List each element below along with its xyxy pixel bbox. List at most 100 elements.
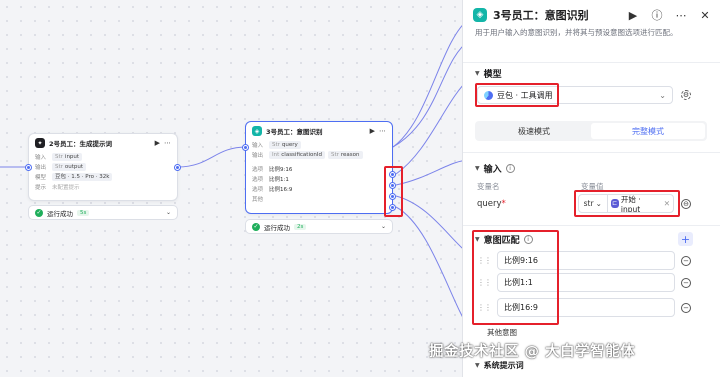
option-row: 其他 — [246, 194, 392, 204]
more-icon[interactable]: ⋯ — [164, 139, 171, 147]
prompt-placeholder: 未配置提示 — [52, 185, 80, 191]
run-node-icon[interactable]: ▶ — [155, 139, 160, 147]
tag-value: reason — [340, 152, 360, 158]
tag-prefix: Str — [330, 152, 339, 158]
option-row: 选项 比例16:9 — [246, 184, 392, 194]
option-value: 比例16:9 — [269, 187, 293, 193]
run-status-prev[interactable]: ✓ 运行成功 5s ⌄ — [28, 205, 178, 220]
remove-variable-icon[interactable]: ⊖ — [681, 199, 691, 209]
section-label: 输入 — [483, 165, 502, 175]
tag-prefix: Str — [55, 164, 63, 170]
node-title: 3号员工：意图识别 — [266, 128, 323, 136]
watermark: 掘金技术社区 @ 大白学智能体 — [429, 344, 636, 360]
add-intent-button[interactable]: + — [678, 232, 693, 246]
section-label: 系统提示词 — [483, 361, 524, 370]
highlight-intents — [472, 230, 559, 325]
node-row-prompt: 提示 未配置提示 — [29, 182, 177, 192]
run-node-icon[interactable]: ▶ — [370, 127, 375, 135]
option-value: 比例1:1 — [269, 177, 289, 183]
node-config-panel: ◈ 3号员工：意图识别 ▶ ⓘ ⋯ ✕ 用于用户输入的意图识别，并将其与预设意图… — [462, 0, 720, 377]
tag-value: query — [281, 142, 298, 148]
other-intent-label: 其他意图 — [487, 328, 517, 337]
node-title: 2号员工：生成提示词 — [49, 140, 113, 148]
remove-intent-icon[interactable]: − — [681, 278, 691, 288]
status-label: 运行成功 — [47, 209, 73, 218]
model-settings-icon[interactable]: ⚙ — [681, 90, 691, 100]
tag-value: classificationId — [281, 152, 322, 158]
chevron-down-icon[interactable]: ⌄ — [166, 209, 171, 216]
tag: Int classificationId — [269, 151, 325, 159]
more-icon[interactable]: ⋯ — [379, 127, 386, 135]
tag: Str output — [52, 163, 87, 171]
node-generate-prompt[interactable]: ✦ 2号员工：生成提示词 ▶ ⋯ 输入 Str input 输出 Str outpu… — [26, 133, 180, 201]
section-model[interactable]: ▼ 模型 — [475, 67, 502, 80]
chevron-down-icon[interactable]: ⌄ — [381, 223, 386, 230]
divider — [463, 62, 720, 63]
node-row-input: 输入 Str input — [29, 152, 177, 162]
highlight-output-ports — [384, 166, 403, 217]
run-icon[interactable]: ▶ — [624, 9, 642, 22]
row-key: 输出 — [252, 153, 264, 159]
status-time: 2s — [294, 223, 307, 230]
output-port[interactable] — [175, 165, 180, 170]
tag: Str query — [269, 141, 301, 149]
remove-intent-icon[interactable]: − — [681, 256, 691, 266]
tag-prefix: Int — [272, 152, 280, 158]
tag-prefix: Str — [55, 154, 63, 160]
status-label: 运行成功 — [264, 223, 290, 232]
option-row: 选项 比例1:1 — [246, 174, 392, 184]
more-icon[interactable]: ⋯ — [672, 9, 690, 22]
success-icon: ✓ — [252, 222, 260, 231]
node-row-output: 输出 Int classificationId Str reason — [246, 150, 392, 160]
tag: Str input — [52, 153, 83, 161]
caret-down-icon[interactable]: ▼ — [475, 70, 480, 77]
highlight-model — [475, 83, 559, 107]
row-key: 输出 — [35, 165, 47, 171]
node-intent-recognition[interactable]: ◈ 3号员工：意图识别 ▶ ⋯ 输入 Str query 输出 Int classi… — [243, 121, 395, 214]
mode-tabs: 极速模式 完整模式 — [475, 121, 707, 141]
help-icon[interactable]: ⓘ — [648, 7, 666, 23]
caret-down-icon[interactable]: ▼ — [475, 362, 480, 369]
section-system-prompt[interactable]: ▼ 系统提示词 — [475, 360, 524, 371]
divider — [463, 152, 720, 153]
close-icon[interactable]: ✕ — [696, 9, 714, 22]
input-port[interactable] — [243, 145, 248, 150]
run-status-intent[interactable]: ✓ 运行成功 2s ⌄ — [245, 219, 393, 234]
row-key: 其他 — [252, 197, 264, 203]
divider — [463, 225, 720, 226]
row-key: 选项 — [252, 187, 264, 193]
llm-node-icon: ✦ — [35, 138, 45, 148]
tag-value: output — [64, 164, 84, 170]
node-row-input: 输入 Str query — [246, 140, 392, 150]
row-key: 选项 — [252, 177, 264, 183]
intent-node-icon: ◈ — [252, 126, 262, 136]
info-icon[interactable]: i — [505, 164, 515, 173]
row-key: 选项 — [252, 167, 264, 173]
row-key: 模型 — [35, 175, 47, 181]
tab-fast-mode[interactable]: 极速模式 — [477, 123, 591, 139]
intent-node-icon: ◈ — [473, 8, 487, 22]
panel-title: 3号员工：意图识别 — [493, 9, 589, 22]
section-input[interactable]: ▼ 输入 i — [475, 162, 515, 175]
caret-down-icon[interactable]: ▼ — [475, 165, 480, 172]
model-tag: 豆包 · 1.5 · Pro · 32k — [52, 173, 113, 181]
row-key: 输入 — [252, 143, 264, 149]
option-value: 比例9:16 — [269, 167, 293, 173]
query-name: query — [477, 199, 502, 209]
tag: Str reason — [327, 151, 363, 159]
tag-value: input — [64, 154, 80, 160]
col-var-name: 变量名 — [477, 182, 500, 191]
highlight-variable — [574, 190, 680, 217]
tab-full-mode[interactable]: 完整模式 — [591, 123, 705, 139]
status-time: 5s — [77, 209, 90, 216]
query-label: query* — [477, 199, 506, 209]
input-port[interactable] — [26, 165, 31, 170]
row-key: 提示 — [35, 185, 47, 191]
success-icon: ✓ — [35, 208, 43, 217]
node-row-output: 输出 Str output — [29, 162, 177, 172]
option-row: 选项 比例9:16 — [246, 164, 392, 174]
required-mark: * — [501, 199, 506, 209]
chevron-down-icon: ⌄ — [659, 90, 666, 100]
tag-prefix: Str — [272, 142, 280, 148]
remove-intent-icon[interactable]: − — [681, 303, 691, 313]
